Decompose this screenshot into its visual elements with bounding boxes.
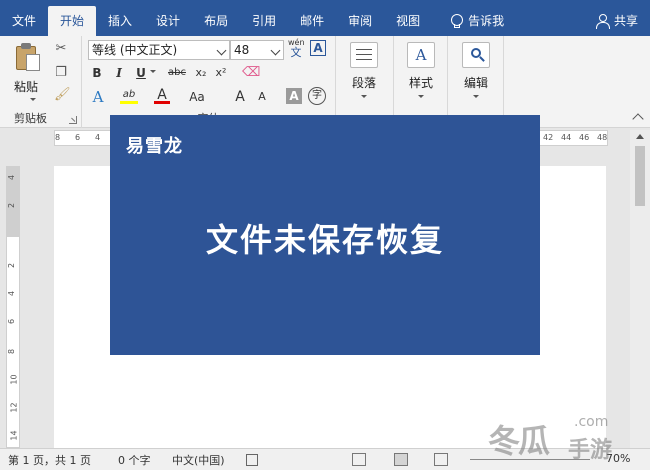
ruler-tick: 46 bbox=[579, 133, 590, 142]
tab-layout[interactable]: 布局 bbox=[192, 6, 240, 36]
page-count[interactable]: 第 1 页，共 1 页 bbox=[8, 452, 91, 468]
tab-review[interactable]: 审阅 bbox=[336, 6, 384, 36]
styles-dropdown-icon bbox=[418, 95, 424, 98]
ruler-tick: 8 bbox=[7, 348, 17, 355]
share-label: 共享 bbox=[613, 14, 638, 28]
styles-icon: A bbox=[407, 42, 435, 68]
grow-font-button[interactable]: A bbox=[232, 88, 248, 106]
editing-label: 编辑 bbox=[463, 76, 488, 90]
ruler-tick: 6 bbox=[75, 133, 81, 142]
enclose-characters-button[interactable]: 字 bbox=[308, 87, 326, 105]
copy-icon[interactable]: ❐ bbox=[54, 66, 68, 80]
font-color-button[interactable]: A bbox=[154, 86, 170, 104]
ruler-tick: 42 bbox=[543, 133, 554, 142]
styles-button[interactable]: A 样式 bbox=[399, 40, 443, 110]
collapse-ribbon-icon[interactable] bbox=[632, 113, 644, 125]
vertical-scrollbar[interactable] bbox=[630, 130, 650, 448]
italic-button[interactable]: I bbox=[112, 64, 126, 82]
character-shading-button[interactable]: A bbox=[286, 88, 302, 104]
tab-design[interactable]: 设计 bbox=[144, 6, 192, 36]
ruler-tick: 2 bbox=[7, 202, 17, 209]
paragraph-dropdown-icon bbox=[361, 95, 367, 98]
change-case-button[interactable]: Aa bbox=[186, 88, 208, 106]
subscript-button[interactable]: x₂ bbox=[192, 64, 210, 82]
watermark-subtitle: 手游 bbox=[568, 438, 613, 463]
cut-icon[interactable]: ✂ bbox=[54, 42, 68, 56]
character-border-button[interactable]: A bbox=[310, 40, 326, 56]
font-name-select[interactable]: 等线 (中文正文) bbox=[88, 40, 230, 60]
text-effects-button[interactable]: A bbox=[90, 88, 106, 106]
tell-me-button[interactable]: 告诉我 bbox=[442, 6, 512, 36]
ruler-tick: 12 bbox=[9, 402, 19, 413]
editing-dropdown-icon bbox=[473, 95, 479, 98]
ruler-tick: 10 bbox=[9, 374, 19, 385]
paragraph-button[interactable]: 段落 bbox=[342, 40, 386, 110]
banner-headline: 文件未保存恢复 bbox=[205, 221, 444, 259]
site-watermark: 冬瓜 .com 手游 bbox=[488, 412, 638, 468]
tab-file[interactable]: 文件 bbox=[0, 6, 48, 36]
ruler-tick: 4 bbox=[7, 174, 17, 181]
tab-insert[interactable]: 插入 bbox=[96, 6, 144, 36]
font-size-select[interactable]: 48 bbox=[230, 40, 284, 60]
web-layout-icon[interactable] bbox=[434, 453, 448, 466]
vertical-ruler[interactable]: 4 2 2 4 6 8 10 12 14 bbox=[6, 166, 20, 448]
person-icon bbox=[595, 14, 610, 29]
chevron-down-icon bbox=[216, 45, 227, 56]
tell-me-label: 告诉我 bbox=[468, 14, 505, 28]
font-size-value: 48 bbox=[234, 43, 250, 57]
ruler-tick: 6 bbox=[7, 318, 17, 325]
clipboard-launcher-icon[interactable] bbox=[69, 116, 77, 124]
title-banner: 易雪龙 文件未保存恢复 bbox=[110, 115, 540, 355]
menu-bar: 文件 开始 插入 设计 布局 引用 邮件 审阅 视图 告诉我 共享 bbox=[0, 0, 650, 36]
chevron-down-icon bbox=[270, 45, 281, 56]
macro-record-icon[interactable] bbox=[246, 454, 258, 466]
scroll-up-icon[interactable] bbox=[636, 134, 644, 139]
share-button[interactable]: 共享 bbox=[584, 6, 650, 36]
tab-mailings[interactable]: 邮件 bbox=[288, 6, 336, 36]
ruler-tick: 2 bbox=[7, 262, 17, 269]
paste-button[interactable]: 粘贴 bbox=[14, 78, 38, 95]
brand-logo: 易雪龙 bbox=[126, 136, 183, 157]
paste-dropdown-icon[interactable] bbox=[30, 98, 36, 101]
shrink-font-button[interactable]: A bbox=[254, 88, 270, 106]
highlight-button[interactable]: ab bbox=[120, 86, 138, 104]
bold-button[interactable]: B bbox=[90, 64, 104, 82]
ruler-tick: 48 bbox=[597, 133, 608, 142]
tab-home[interactable]: 开始 bbox=[48, 6, 97, 36]
superscript-button[interactable]: x² bbox=[212, 64, 230, 82]
ruler-tick: 4 bbox=[7, 290, 17, 297]
language-indicator[interactable]: 中文(中国) bbox=[172, 452, 225, 468]
editing-button[interactable]: 编辑 bbox=[454, 40, 498, 110]
ruler-tick: 14 bbox=[9, 430, 19, 441]
ruler-tick: 4 bbox=[95, 133, 101, 142]
ruler-tick: 8 bbox=[55, 133, 61, 142]
magnifier-icon bbox=[462, 42, 490, 68]
paste-icon[interactable] bbox=[14, 42, 42, 74]
ruler-tick: 44 bbox=[561, 133, 572, 142]
tab-view[interactable]: 视图 bbox=[384, 6, 432, 36]
format-painter-icon[interactable]: 🖌 bbox=[54, 88, 71, 102]
clipboard-group: 粘贴 ✂ ❐ 🖌 剪贴板 bbox=[0, 36, 82, 128]
word-count[interactable]: 0 个字 bbox=[118, 452, 151, 468]
phonetic-guide-button[interactable]: wén 文 bbox=[288, 38, 305, 59]
watermark-logo: 冬瓜 bbox=[488, 422, 550, 460]
strikethrough-button[interactable]: abc bbox=[164, 64, 190, 82]
paragraph-lines-icon bbox=[350, 42, 378, 68]
scroll-thumb[interactable] bbox=[635, 146, 645, 206]
clear-formatting-icon[interactable]: ⌫ bbox=[242, 66, 260, 80]
font-name-value: 等线 (中文正文) bbox=[92, 43, 178, 57]
watermark-domain: .com bbox=[574, 414, 609, 430]
paragraph-label: 段落 bbox=[351, 76, 376, 90]
read-mode-icon[interactable] bbox=[352, 453, 366, 466]
lightbulb-icon bbox=[450, 14, 464, 28]
underline-button[interactable]: U bbox=[134, 64, 148, 82]
print-layout-icon[interactable] bbox=[394, 453, 408, 466]
styles-label: 样式 bbox=[408, 76, 433, 90]
tab-references[interactable]: 引用 bbox=[240, 6, 288, 36]
phonetic-bottom-label: 文 bbox=[290, 46, 302, 59]
underline-dropdown-icon[interactable] bbox=[150, 70, 156, 73]
